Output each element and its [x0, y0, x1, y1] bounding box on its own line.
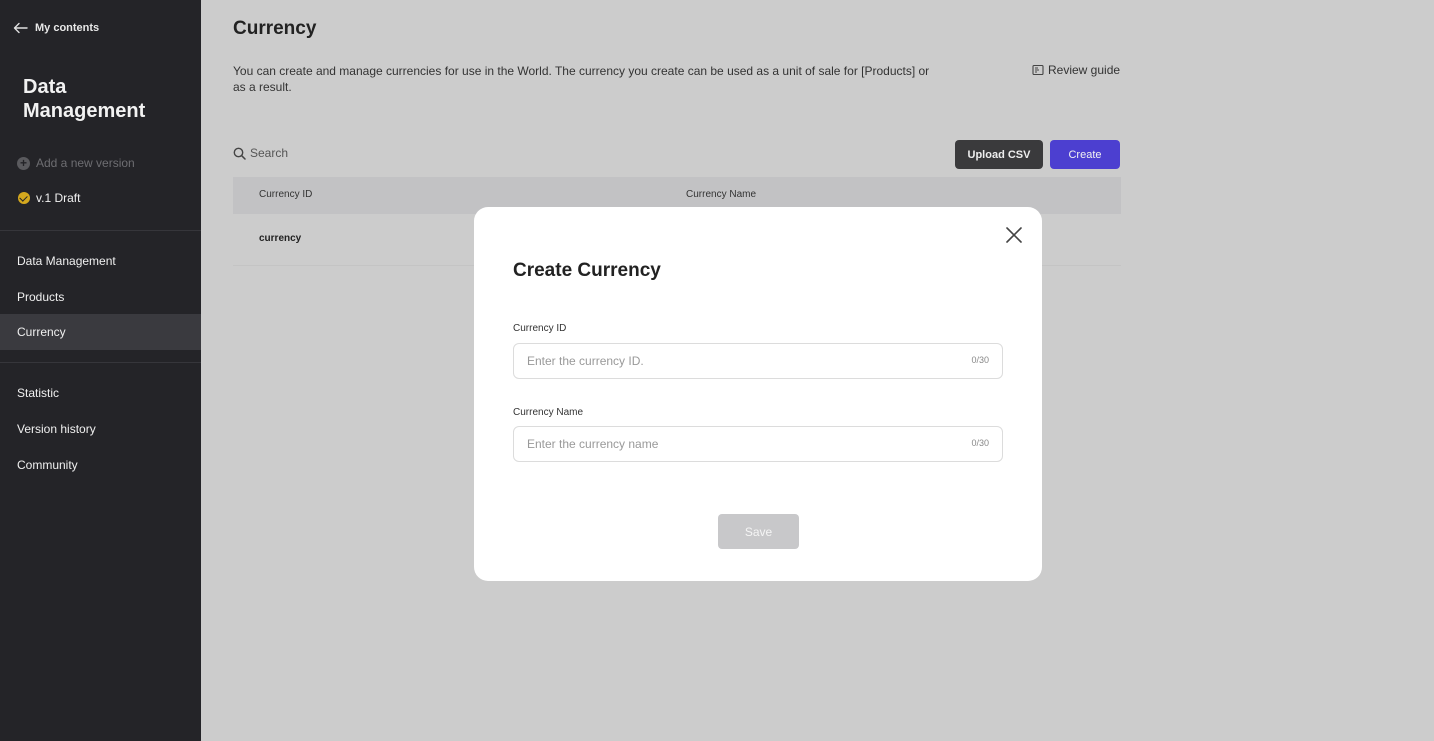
page-description: You can create and manage currencies for…	[233, 64, 930, 94]
currency-id-field-wrapper: 0/30	[513, 343, 1003, 379]
currency-id-counter: 0/30	[971, 355, 989, 365]
sidebar: My contents Data Management + Add a new …	[0, 0, 201, 741]
back-to-my-contents-link[interactable]: My contents	[13, 22, 99, 34]
column-header-currency-name: Currency Name	[686, 189, 757, 200]
currency-id-label: Currency ID	[513, 323, 567, 334]
currency-name-counter: 0/30	[971, 438, 989, 448]
version-draft-item[interactable]: v.1 Draft	[18, 191, 80, 205]
sidebar-title: Data Management	[23, 76, 146, 122]
book-icon	[1032, 64, 1044, 76]
page-title: Currency	[233, 18, 317, 39]
version-draft-label: v.1 Draft	[36, 191, 81, 205]
search-icon	[233, 147, 246, 160]
arrow-left-icon	[13, 22, 28, 34]
sidebar-item-statistic[interactable]: Statistic	[0, 375, 201, 411]
modal-title: Create Currency	[513, 260, 661, 281]
upload-csv-button[interactable]: Upload CSV	[955, 140, 1043, 169]
search-input[interactable]: Search	[233, 146, 288, 160]
currency-name-label: Currency Name	[513, 407, 584, 418]
column-header-currency-id: Currency ID	[259, 189, 313, 200]
sidebar-item-version-history[interactable]: Version history	[0, 411, 201, 447]
close-icon[interactable]	[1004, 225, 1024, 245]
plus-circle-icon: +	[17, 156, 30, 170]
add-version-label: Add a new version	[36, 156, 135, 170]
review-guide-link[interactable]: Review guide	[1032, 63, 1120, 77]
back-link-label: My contents	[35, 22, 100, 34]
sidebar-item-currency[interactable]: Currency	[0, 314, 201, 350]
add-version-button[interactable]: + Add a new version	[17, 156, 135, 170]
currency-name-field-wrapper: 0/30	[513, 426, 1003, 462]
currency-name-input[interactable]	[514, 427, 954, 461]
sidebar-divider	[0, 362, 201, 363]
save-button[interactable]: Save	[718, 514, 799, 549]
create-currency-modal: Create Currency Currency ID 0/30 Currenc…	[474, 207, 1042, 581]
sidebar-item-products[interactable]: Products	[0, 279, 201, 315]
check-circle-icon	[18, 192, 30, 204]
sidebar-item-data-management[interactable]: Data Management	[0, 243, 201, 279]
create-button[interactable]: Create	[1050, 140, 1120, 169]
review-guide-label: Review guide	[1048, 63, 1121, 77]
cell-currency-id: currency	[259, 233, 302, 244]
search-placeholder: Search	[250, 146, 289, 160]
currency-id-input[interactable]	[514, 344, 954, 378]
sidebar-item-community[interactable]: Community	[0, 447, 201, 483]
sidebar-divider	[0, 230, 201, 231]
